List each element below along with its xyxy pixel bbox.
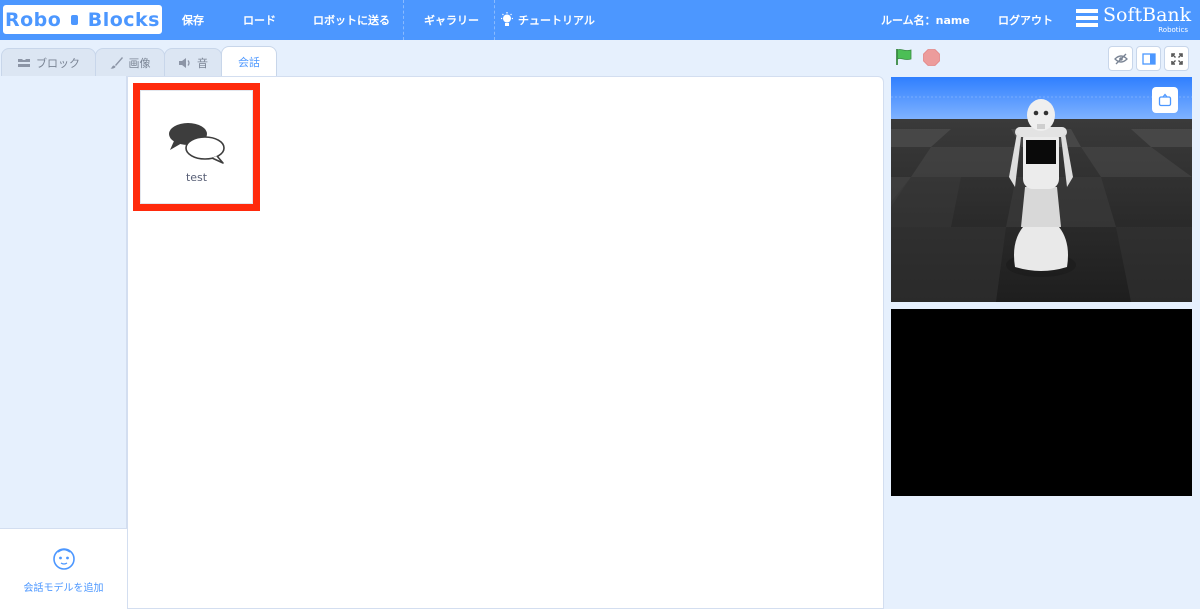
top-navigation-bar: Robo Blocks 保存 ロード ロボットに送る ギャラリー チュートリアル… xyxy=(0,0,1200,40)
conversation-item-name: test xyxy=(185,171,208,184)
robot-3d-stage[interactable] xyxy=(891,77,1192,302)
softbank-robotics-logo: SoftBank Robotics xyxy=(1076,4,1192,36)
tutorial-menu[interactable]: チュートリアル xyxy=(500,0,595,40)
logo-text-right: Blocks xyxy=(87,8,160,31)
hide-stage-button[interactable] xyxy=(1108,46,1133,71)
stop-icon[interactable] xyxy=(923,49,940,66)
camera-video-panel xyxy=(891,309,1192,496)
lightbulb-icon xyxy=(501,12,513,26)
logo-text-left: Robo xyxy=(5,8,62,31)
tab-blocks-label: ブロック xyxy=(36,56,80,70)
brand-name: SoftBank xyxy=(1103,4,1192,26)
speaker-icon xyxy=(179,57,190,68)
tab-blocks[interactable]: ブロック xyxy=(1,48,96,76)
fullscreen-button[interactable] xyxy=(1164,46,1189,71)
camera-switch-icon xyxy=(1158,93,1172,107)
gallery-menu[interactable]: ギャラリー xyxy=(424,0,479,40)
tab-sounds-label: 音 xyxy=(197,56,208,70)
tutorial-label: チュートリアル xyxy=(518,14,595,27)
room-name: ルーム名：name xyxy=(881,14,970,27)
add-model-label: 会話モデルを追加 xyxy=(23,582,104,594)
tab-sounds[interactable]: 音 xyxy=(164,48,222,76)
hide-eye-icon xyxy=(1113,53,1128,64)
conversation-item[interactable]: test xyxy=(140,90,253,204)
tab-costumes[interactable]: 画像 xyxy=(95,48,165,76)
brand-subtitle: Robotics xyxy=(1158,26,1188,34)
tab-conversation[interactable]: 会話 xyxy=(221,46,277,76)
logout-menu[interactable]: ログアウト xyxy=(998,0,1053,40)
paintbrush-icon xyxy=(110,56,123,69)
roboblocks-logo[interactable]: Robo Blocks xyxy=(3,5,162,34)
tab-costumes-label: 画像 xyxy=(128,56,151,70)
small-stage-button[interactable] xyxy=(1136,46,1161,71)
nav-divider xyxy=(494,0,495,40)
save-menu[interactable]: 保存 xyxy=(182,0,204,40)
small-stage-icon xyxy=(1141,52,1156,65)
send-to-robot-menu[interactable]: ロボットに送る xyxy=(313,0,390,40)
logo-divider-dot xyxy=(71,14,78,25)
fullscreen-icon xyxy=(1170,52,1183,65)
robot-face-icon xyxy=(52,547,75,570)
add-conversation-model-button[interactable]: 会話モデルを追加 xyxy=(0,528,127,609)
camera-switch-button[interactable] xyxy=(1152,87,1178,113)
speech-bubbles-icon xyxy=(168,123,225,164)
green-flag-icon[interactable] xyxy=(895,48,913,66)
tab-conversation-label: 会話 xyxy=(238,55,260,69)
blocks-icon xyxy=(18,58,30,67)
softbank-bars-icon xyxy=(1076,9,1098,29)
load-menu[interactable]: ロード xyxy=(243,0,276,40)
robot-scene-image xyxy=(891,77,1192,302)
nav-divider xyxy=(403,0,404,40)
